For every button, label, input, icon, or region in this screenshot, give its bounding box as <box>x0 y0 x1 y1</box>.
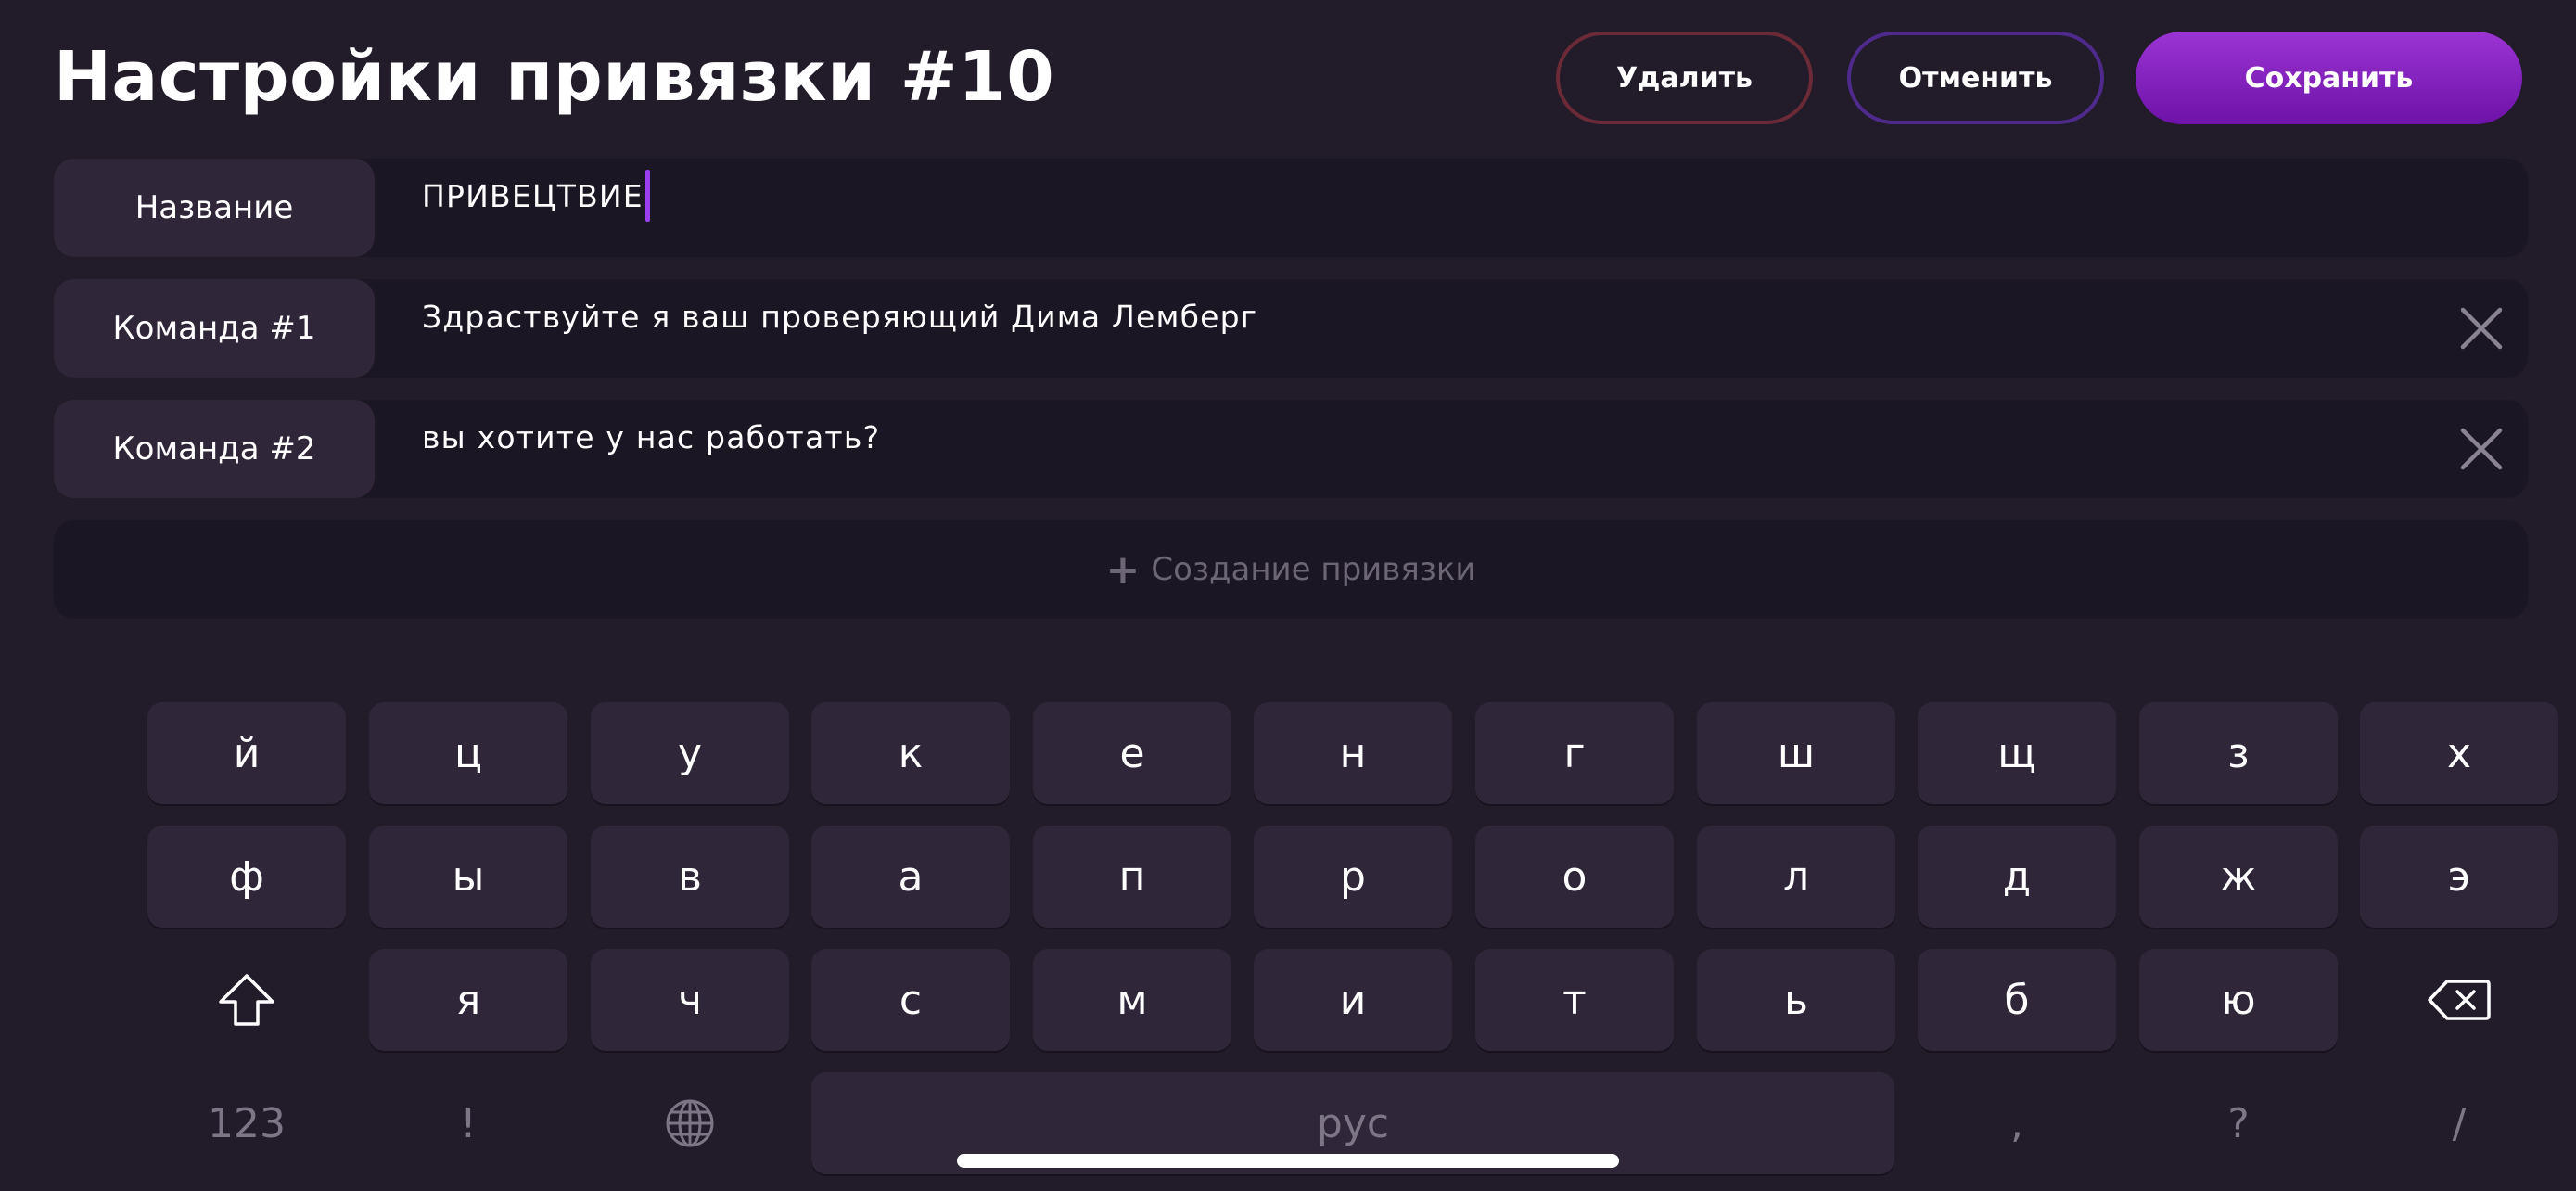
key[interactable]: я <box>369 949 567 1051</box>
question-key[interactable]: ? <box>2139 1072 2338 1174</box>
add-binding-label: Создание привязки <box>1151 551 1476 588</box>
name-label: Название <box>54 159 375 257</box>
key[interactable]: у <box>591 702 789 804</box>
globe-key[interactable] <box>591 1072 789 1174</box>
key[interactable]: в <box>591 826 789 928</box>
key[interactable]: л <box>1697 826 1895 928</box>
shift-icon <box>219 974 274 1026</box>
key[interactable]: х <box>2360 702 2558 804</box>
add-binding-button[interactable]: + Создание привязки <box>54 520 2528 619</box>
slash-key[interactable]: / <box>2360 1072 2558 1174</box>
key[interactable]: р <box>1254 826 1452 928</box>
backspace-icon <box>2428 980 2491 1020</box>
key[interactable]: г <box>1475 702 1674 804</box>
key[interactable]: п <box>1033 826 1231 928</box>
command-row-2: Команда #2 вы хотите у нас работать? <box>54 400 2528 498</box>
name-input[interactable]: ПРИВЕЦТВИЕ <box>422 159 650 233</box>
plus-icon: + <box>1105 545 1141 594</box>
key[interactable]: д <box>1918 826 2116 928</box>
key[interactable]: щ <box>1918 702 2116 804</box>
key[interactable]: ф <box>147 826 346 928</box>
home-indicator[interactable] <box>957 1154 1619 1168</box>
name-row: Название ПРИВЕЦТВИЕ <box>54 159 2528 257</box>
key[interactable]: о <box>1475 826 1674 928</box>
key[interactable]: э <box>2360 826 2558 928</box>
command-2-label: Команда #2 <box>54 400 375 498</box>
key[interactable]: с <box>811 949 1010 1051</box>
delete-button[interactable]: Удалить <box>1556 32 1813 124</box>
command-2-input[interactable]: вы хотите у нас работать? <box>422 400 880 474</box>
key[interactable]: ж <box>2139 826 2338 928</box>
key[interactable]: ы <box>369 826 567 928</box>
key[interactable]: й <box>147 702 346 804</box>
page-title: Настройки привязки #10 <box>54 37 1055 117</box>
exclamation-key[interactable]: ! <box>369 1072 567 1174</box>
key[interactable]: е <box>1033 702 1231 804</box>
shift-key[interactable] <box>147 949 346 1051</box>
backspace-key[interactable] <box>2360 949 2558 1051</box>
comma-key[interactable]: , <box>1918 1072 2116 1174</box>
remove-command-1-icon[interactable] <box>2457 304 2506 352</box>
key[interactable]: м <box>1033 949 1231 1051</box>
key[interactable]: ц <box>369 702 567 804</box>
key[interactable]: ю <box>2139 949 2338 1051</box>
globe-icon <box>666 1099 714 1147</box>
key[interactable]: з <box>2139 702 2338 804</box>
key[interactable]: ь <box>1697 949 1895 1051</box>
remove-command-2-icon[interactable] <box>2457 425 2506 473</box>
key[interactable]: ш <box>1697 702 1895 804</box>
key[interactable]: б <box>1918 949 2116 1051</box>
numbers-key[interactable]: 123 <box>147 1072 346 1174</box>
key[interactable]: а <box>811 826 1010 928</box>
key[interactable]: т <box>1475 949 1674 1051</box>
name-input-value: ПРИВЕЦТВИЕ <box>422 177 644 214</box>
command-1-label: Команда #1 <box>54 279 375 378</box>
key[interactable]: к <box>811 702 1010 804</box>
cancel-button[interactable]: Отменить <box>1847 32 2104 124</box>
key[interactable]: ч <box>591 949 789 1051</box>
save-button[interactable]: Сохранить <box>2136 32 2522 124</box>
text-caret <box>644 170 650 222</box>
key[interactable]: н <box>1254 702 1452 804</box>
key[interactable]: и <box>1254 949 1452 1051</box>
command-row-1: Команда #1 Здраствуйте я ваш проверяющий… <box>54 279 2528 378</box>
command-1-input[interactable]: Здраствуйте я ваш проверяющий Дима Лембе… <box>422 279 1257 353</box>
